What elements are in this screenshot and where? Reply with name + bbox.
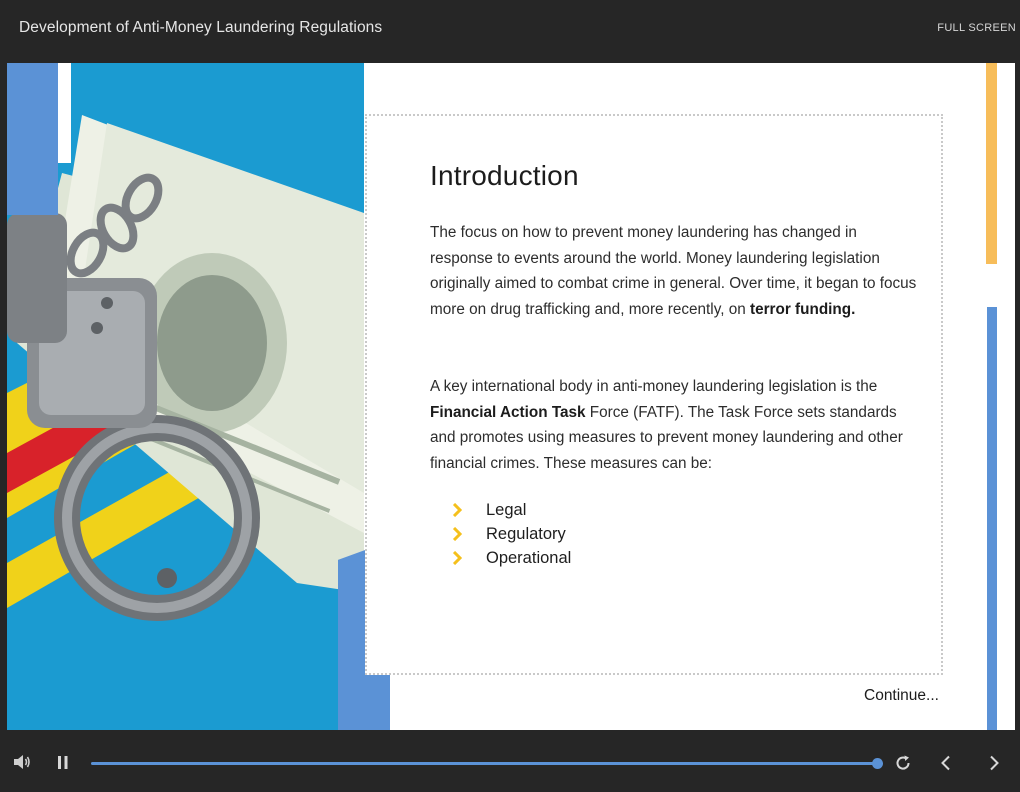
seek-progress xyxy=(91,762,877,765)
seek-handle[interactable] xyxy=(872,758,883,769)
top-bar: Development of Anti-Money Laundering Reg… xyxy=(0,0,1020,63)
chevron-right-bullet-icon xyxy=(452,551,462,565)
chevron-right-bullet-icon xyxy=(452,527,462,541)
course-title: Development of Anti-Money Laundering Reg… xyxy=(19,19,383,36)
seek-bar[interactable] xyxy=(91,758,883,769)
pause-button[interactable] xyxy=(57,755,69,775)
chevron-right-icon xyxy=(990,755,999,771)
replay-button[interactable] xyxy=(894,754,912,777)
decorative-white-strip xyxy=(58,63,71,163)
previous-button[interactable] xyxy=(940,755,952,776)
continue-button[interactable]: Continue... xyxy=(864,687,939,705)
fatf-paragraph-before: A key international body in anti-money l… xyxy=(430,378,878,395)
intro-paragraph-bold: terror funding. xyxy=(749,300,856,318)
chevron-right-bullet-icon xyxy=(452,503,462,517)
fullscreen-button[interactable]: FULL SCREEN xyxy=(937,22,1016,34)
measure-label: Legal xyxy=(486,501,527,519)
decorative-blue-bar-right xyxy=(987,307,997,730)
chevron-left-icon xyxy=(941,755,950,771)
measure-label: Operational xyxy=(486,549,572,567)
slide-photo xyxy=(7,63,364,730)
volume-icon xyxy=(14,755,30,769)
volume-button[interactable] xyxy=(13,754,31,775)
intro-paragraph: The focus on how to prevent money launde… xyxy=(430,220,920,322)
decorative-blue-bar xyxy=(7,63,58,215)
next-button[interactable] xyxy=(988,755,1000,776)
replay-icon xyxy=(896,755,910,770)
fatf-paragraph-bold: Financial Action Task xyxy=(430,403,586,421)
measure-label: Regulatory xyxy=(486,525,566,543)
handcuffs-money-illustration xyxy=(7,63,364,730)
slide: Introduction The focus on how to prevent… xyxy=(7,63,1015,730)
pause-icon xyxy=(58,756,68,769)
fatf-paragraph: A key international body in anti-money l… xyxy=(430,374,920,476)
slide-heading: Introduction xyxy=(430,160,579,191)
decorative-orange-bar xyxy=(986,63,997,264)
player-controls xyxy=(0,730,1020,792)
